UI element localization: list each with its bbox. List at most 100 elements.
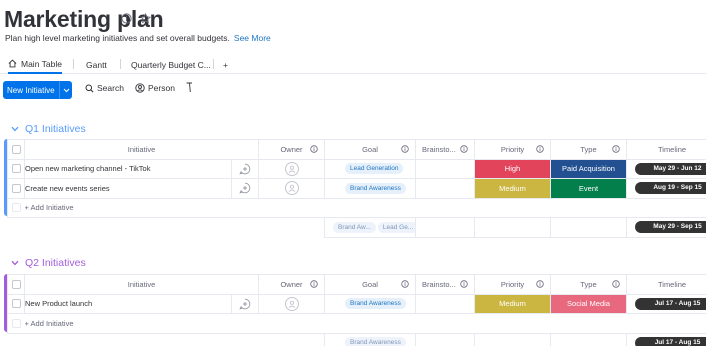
column-header-timeline[interactable]: Timeline xyxy=(626,139,706,160)
column-header-priority[interactable]: Priority xyxy=(474,139,552,160)
timeline-cell[interactable]: May 29 - Jun 12 xyxy=(626,158,706,179)
search-button[interactable]: Search xyxy=(85,83,124,93)
select-all-cell[interactable] xyxy=(7,139,25,160)
goal-cell[interactable]: Lead Generation xyxy=(324,158,417,179)
priority-status[interactable]: Medium xyxy=(474,293,552,314)
home-icon xyxy=(8,59,17,68)
chevron-down-icon[interactable] xyxy=(59,81,72,99)
timeline-pill[interactable]: May 29 - Jun 12 xyxy=(635,162,706,175)
row-checkbox[interactable] xyxy=(11,164,21,174)
group-title[interactable]: Q1 Initiatives xyxy=(25,123,86,135)
add-item-row[interactable]: + Add Initiative xyxy=(7,197,706,218)
info-icon[interactable] xyxy=(401,280,409,290)
goal-tag[interactable]: Brand Awareness xyxy=(345,182,406,194)
info-icon[interactable] xyxy=(536,145,544,155)
add-item-row[interactable]: + Add Initiative xyxy=(7,313,706,334)
type-status[interactable]: Event xyxy=(550,178,628,199)
table-row[interactable]: New Product launch Brand Awareness Mediu… xyxy=(7,293,706,314)
star-icon[interactable] xyxy=(140,13,151,24)
tab-gantt[interactable]: Gantt xyxy=(86,55,107,74)
owner-cell[interactable] xyxy=(258,293,326,314)
person-filter-button[interactable]: Person xyxy=(135,83,175,93)
add-view-button[interactable]: + xyxy=(223,55,228,74)
select-all-checkbox[interactable] xyxy=(11,144,21,154)
brainstorm-cell[interactable] xyxy=(415,293,476,314)
new-initiative-button[interactable]: New Initiative xyxy=(3,81,72,99)
column-header-goal[interactable]: Goal xyxy=(324,274,417,295)
column-header-goal[interactable]: Goal xyxy=(324,139,417,160)
info-icon[interactable] xyxy=(401,145,409,155)
column-header-owner[interactable]: Owner xyxy=(258,274,326,295)
goal-cell[interactable]: Brand Awareness xyxy=(324,293,417,314)
column-header-initiative[interactable]: Initiative xyxy=(23,139,260,160)
info-icon[interactable] xyxy=(310,280,318,290)
conversation-cell[interactable] xyxy=(230,178,260,199)
new-initiative-label: New Initiative xyxy=(7,85,55,95)
add-update-icon[interactable] xyxy=(239,298,251,310)
empty-avatar-icon[interactable] xyxy=(284,161,299,176)
row-checkbox[interactable] xyxy=(11,183,21,193)
info-icon[interactable] xyxy=(310,145,318,155)
info-icon[interactable] xyxy=(121,13,132,24)
timeline-cell[interactable]: Jul 17 - Aug 15 xyxy=(626,293,706,314)
conversation-cell[interactable] xyxy=(230,293,260,314)
column-header-type[interactable]: Type xyxy=(550,274,628,295)
group-title[interactable]: Q2 Initiatives xyxy=(25,257,86,269)
summary-row: Brand Aw... Lead Ge... May 29 - Sep 15 xyxy=(8,217,706,238)
column-header-priority[interactable]: Priority xyxy=(474,274,552,295)
add-initiative-input[interactable]: + Add Initiative xyxy=(24,313,706,334)
column-header-timeline[interactable]: Timeline xyxy=(626,274,706,295)
timeline-pill[interactable]: Aug 19 - Sep 15 xyxy=(635,182,706,195)
owner-cell[interactable] xyxy=(258,158,326,179)
type-status[interactable]: Paid Acquisition xyxy=(550,158,628,179)
column-header-brainstorm[interactable]: Brainsto... xyxy=(415,139,476,160)
person-icon xyxy=(135,83,145,93)
add-update-icon[interactable] xyxy=(239,163,251,175)
column-header-brainstorm[interactable]: Brainsto... xyxy=(415,274,476,295)
type-status[interactable]: Social Media xyxy=(550,293,628,314)
priority-status[interactable]: Medium xyxy=(474,178,552,199)
table-row[interactable]: Open new marketing channel - TikTok Lead… xyxy=(7,158,706,179)
tab-quarterly-budget[interactable]: Quarterly Budget C... xyxy=(131,55,211,74)
owner-cell[interactable] xyxy=(258,178,326,199)
item-name[interactable]: Create new events series xyxy=(24,178,232,199)
priority-status[interactable]: High xyxy=(474,158,552,179)
add-initiative-input[interactable]: + Add Initiative xyxy=(24,197,706,218)
info-icon[interactable] xyxy=(612,280,620,290)
empty-avatar-icon[interactable] xyxy=(284,181,299,196)
timeline-pill[interactable]: Jul 17 - Aug 15 xyxy=(635,297,706,310)
item-name[interactable]: Open new marketing channel - TikTok xyxy=(24,158,232,179)
tab-main-table[interactable]: Main Table xyxy=(8,55,62,74)
see-more-link[interactable]: See More xyxy=(234,33,271,43)
add-update-icon[interactable] xyxy=(239,182,251,194)
chevron-down-icon[interactable] xyxy=(11,126,19,132)
column-header-owner[interactable]: Owner xyxy=(258,139,326,160)
row-checkbox[interactable] xyxy=(11,299,21,309)
filter-button[interactable] xyxy=(186,82,193,93)
select-all-cell[interactable] xyxy=(7,274,25,295)
goal-summary: Brand Aw... Lead Ge... xyxy=(324,217,417,238)
info-icon[interactable] xyxy=(536,280,544,290)
brainstorm-cell[interactable] xyxy=(415,178,476,199)
board-description: Plan high level marketing initiatives an… xyxy=(5,33,271,43)
goal-tag[interactable]: Lead Generation xyxy=(345,163,404,175)
chevron-down-icon[interactable] xyxy=(11,260,19,266)
table-row[interactable]: Create new events series Brand Awareness… xyxy=(7,178,706,199)
goal-cell[interactable]: Brand Awareness xyxy=(324,178,417,199)
goal-summary-tag: Brand Aw... xyxy=(333,221,376,233)
goal-tag[interactable]: Brand Awareness xyxy=(345,298,406,310)
column-header-type[interactable]: Type xyxy=(550,139,628,160)
info-icon[interactable] xyxy=(612,145,620,155)
select-all-checkbox[interactable] xyxy=(11,279,21,289)
timeline-cell[interactable]: Aug 19 - Sep 15 xyxy=(626,178,706,199)
info-icon[interactable] xyxy=(460,280,468,290)
group-header-q2[interactable]: Q2 Initiatives xyxy=(11,257,86,269)
empty-avatar-icon[interactable] xyxy=(284,296,299,311)
info-icon[interactable] xyxy=(460,145,468,155)
brainstorm-cell[interactable] xyxy=(415,158,476,179)
tab-divider xyxy=(213,59,214,69)
item-name[interactable]: New Product launch xyxy=(24,293,232,314)
column-header-initiative[interactable]: Initiative xyxy=(23,274,260,295)
conversation-cell[interactable] xyxy=(230,158,260,179)
group-header-q1[interactable]: Q1 Initiatives xyxy=(11,123,86,135)
